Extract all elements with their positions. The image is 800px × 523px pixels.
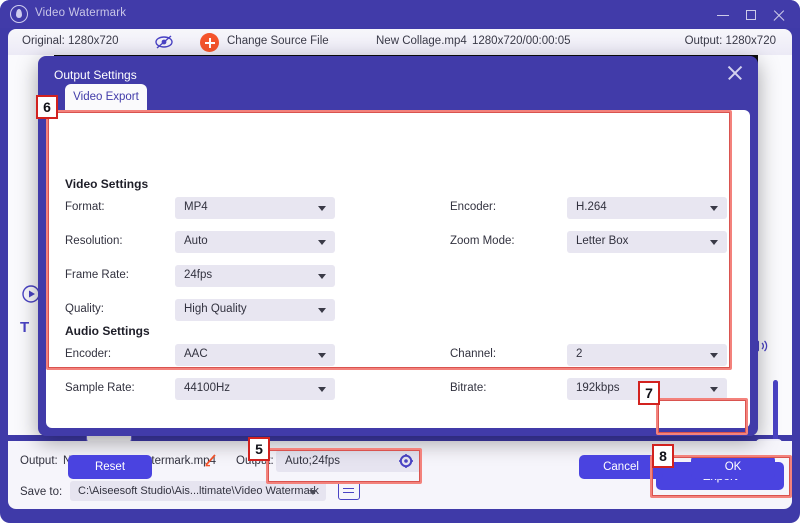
zoom-mode-dropdown[interactable]: Letter Box xyxy=(567,231,727,253)
sample-rate-value: 44100Hz xyxy=(184,382,231,394)
channel-dropdown[interactable]: 2 xyxy=(567,344,727,366)
reset-button[interactable]: Reset xyxy=(68,455,152,479)
gear-settings-icon[interactable] xyxy=(399,454,413,468)
chevron-down-icon xyxy=(710,387,718,392)
channel-label: Channel: xyxy=(450,348,497,360)
tab-video-export[interactable]: Video Export xyxy=(65,84,147,110)
chevron-down-icon xyxy=(710,240,718,245)
audio-encoder-value: AAC xyxy=(184,348,208,360)
video-encoder-dropdown[interactable]: H.264 xyxy=(567,197,727,219)
chevron-down-icon xyxy=(318,206,326,211)
dialog-title: Output Settings xyxy=(54,68,137,82)
step-badge-5: 5 xyxy=(248,437,270,461)
zoom-mode-label: Zoom Mode: xyxy=(450,235,515,247)
chevron-down-icon xyxy=(318,274,326,279)
chevron-down-icon xyxy=(318,353,326,358)
channel-value: 2 xyxy=(576,348,583,360)
water-drop-logo-icon xyxy=(10,5,28,23)
chevron-down-icon xyxy=(318,387,326,392)
frame-rate-value: 24fps xyxy=(184,269,213,281)
output-settings-value: Auto;24fps xyxy=(285,455,340,467)
chevron-down-icon xyxy=(318,308,326,313)
resolution-dropdown[interactable]: Auto xyxy=(175,231,335,253)
audio-settings-title: Audio Settings xyxy=(65,324,150,338)
minimize-icon[interactable] xyxy=(716,8,730,22)
format-value: MP4 xyxy=(184,201,208,213)
resolution-label: Resolution: xyxy=(65,235,123,247)
audio-encoder-dropdown[interactable]: AAC xyxy=(175,344,335,366)
video-settings-title: Video Settings xyxy=(65,177,149,191)
sample-rate-dropdown[interactable]: 44100Hz xyxy=(175,378,335,400)
chevron-down-icon xyxy=(710,353,718,358)
maximize-icon[interactable] xyxy=(744,8,758,22)
output-resolution-label: Output: 1280x720 xyxy=(684,35,776,47)
chevron-down-icon xyxy=(710,206,718,211)
source-file-name: New Collage.mp4 xyxy=(376,35,467,47)
original-resolution-label: Original: 1280x720 xyxy=(22,35,119,47)
close-icon[interactable] xyxy=(726,64,744,82)
text-tool-icon[interactable]: T xyxy=(20,319,29,336)
app-title: Video Watermark xyxy=(35,7,127,19)
output-name-label: Output: xyxy=(20,455,58,467)
step-badge-7: 7 xyxy=(638,381,660,405)
format-dropdown[interactable]: MP4 xyxy=(175,197,335,219)
quality-value: High Quality xyxy=(184,303,247,315)
pencil-edit-icon[interactable] xyxy=(204,453,218,467)
plus-circle-icon[interactable] xyxy=(200,33,219,52)
cancel-button[interactable]: Cancel xyxy=(579,455,663,479)
step-badge-6: 6 xyxy=(36,95,58,119)
save-to-path-field[interactable]: C:\Aiseesoft Studio\Ais...ltimate\Video … xyxy=(70,481,326,501)
bitrate-label: Bitrate: xyxy=(450,382,487,394)
open-folder-icon[interactable] xyxy=(338,481,360,500)
save-to-path-value: C:\Aiseesoft Studio\Ais...ltimate\Video … xyxy=(78,485,319,497)
bitrate-value: 192kbps xyxy=(576,382,620,394)
chevron-down-icon[interactable] xyxy=(309,489,317,495)
chevron-down-icon xyxy=(318,240,326,245)
video-encoder-value: H.264 xyxy=(576,201,607,213)
title-bar: Video Watermark xyxy=(0,0,800,28)
frame-rate-label: Frame Rate: xyxy=(65,269,129,281)
close-icon[interactable] xyxy=(772,8,786,22)
quality-dropdown[interactable]: High Quality xyxy=(175,299,335,321)
save-to-label: Save to: xyxy=(20,486,63,498)
change-source-file-button[interactable]: Change Source File xyxy=(227,35,329,47)
quality-label: Quality: xyxy=(65,303,104,315)
zoom-mode-value: Letter Box xyxy=(576,235,629,247)
resolution-value: Auto xyxy=(184,235,208,247)
app-window: Video Watermark Original: 1280x720 Chang… xyxy=(0,0,800,523)
eye-hidden-icon[interactable] xyxy=(154,34,174,50)
audio-encoder-label: Encoder: xyxy=(65,348,112,360)
output-settings-field[interactable]: Auto;24fps xyxy=(276,450,421,472)
frame-rate-dropdown[interactable]: 24fps xyxy=(175,265,335,287)
format-label: Format: xyxy=(65,201,105,213)
output-settings-dialog: Output Settings Video Export Video Setti… xyxy=(38,56,775,479)
video-encoder-label: Encoder: xyxy=(450,201,497,213)
source-info-bar: Original: 1280x720 Change Source File Ne… xyxy=(8,29,792,55)
dimension-duration-label: 1280x720/00:00:05 xyxy=(472,35,571,47)
step-badge-8: 8 xyxy=(652,444,674,468)
sample-rate-label: Sample Rate: xyxy=(65,382,135,394)
ok-button[interactable]: OK xyxy=(691,455,775,479)
